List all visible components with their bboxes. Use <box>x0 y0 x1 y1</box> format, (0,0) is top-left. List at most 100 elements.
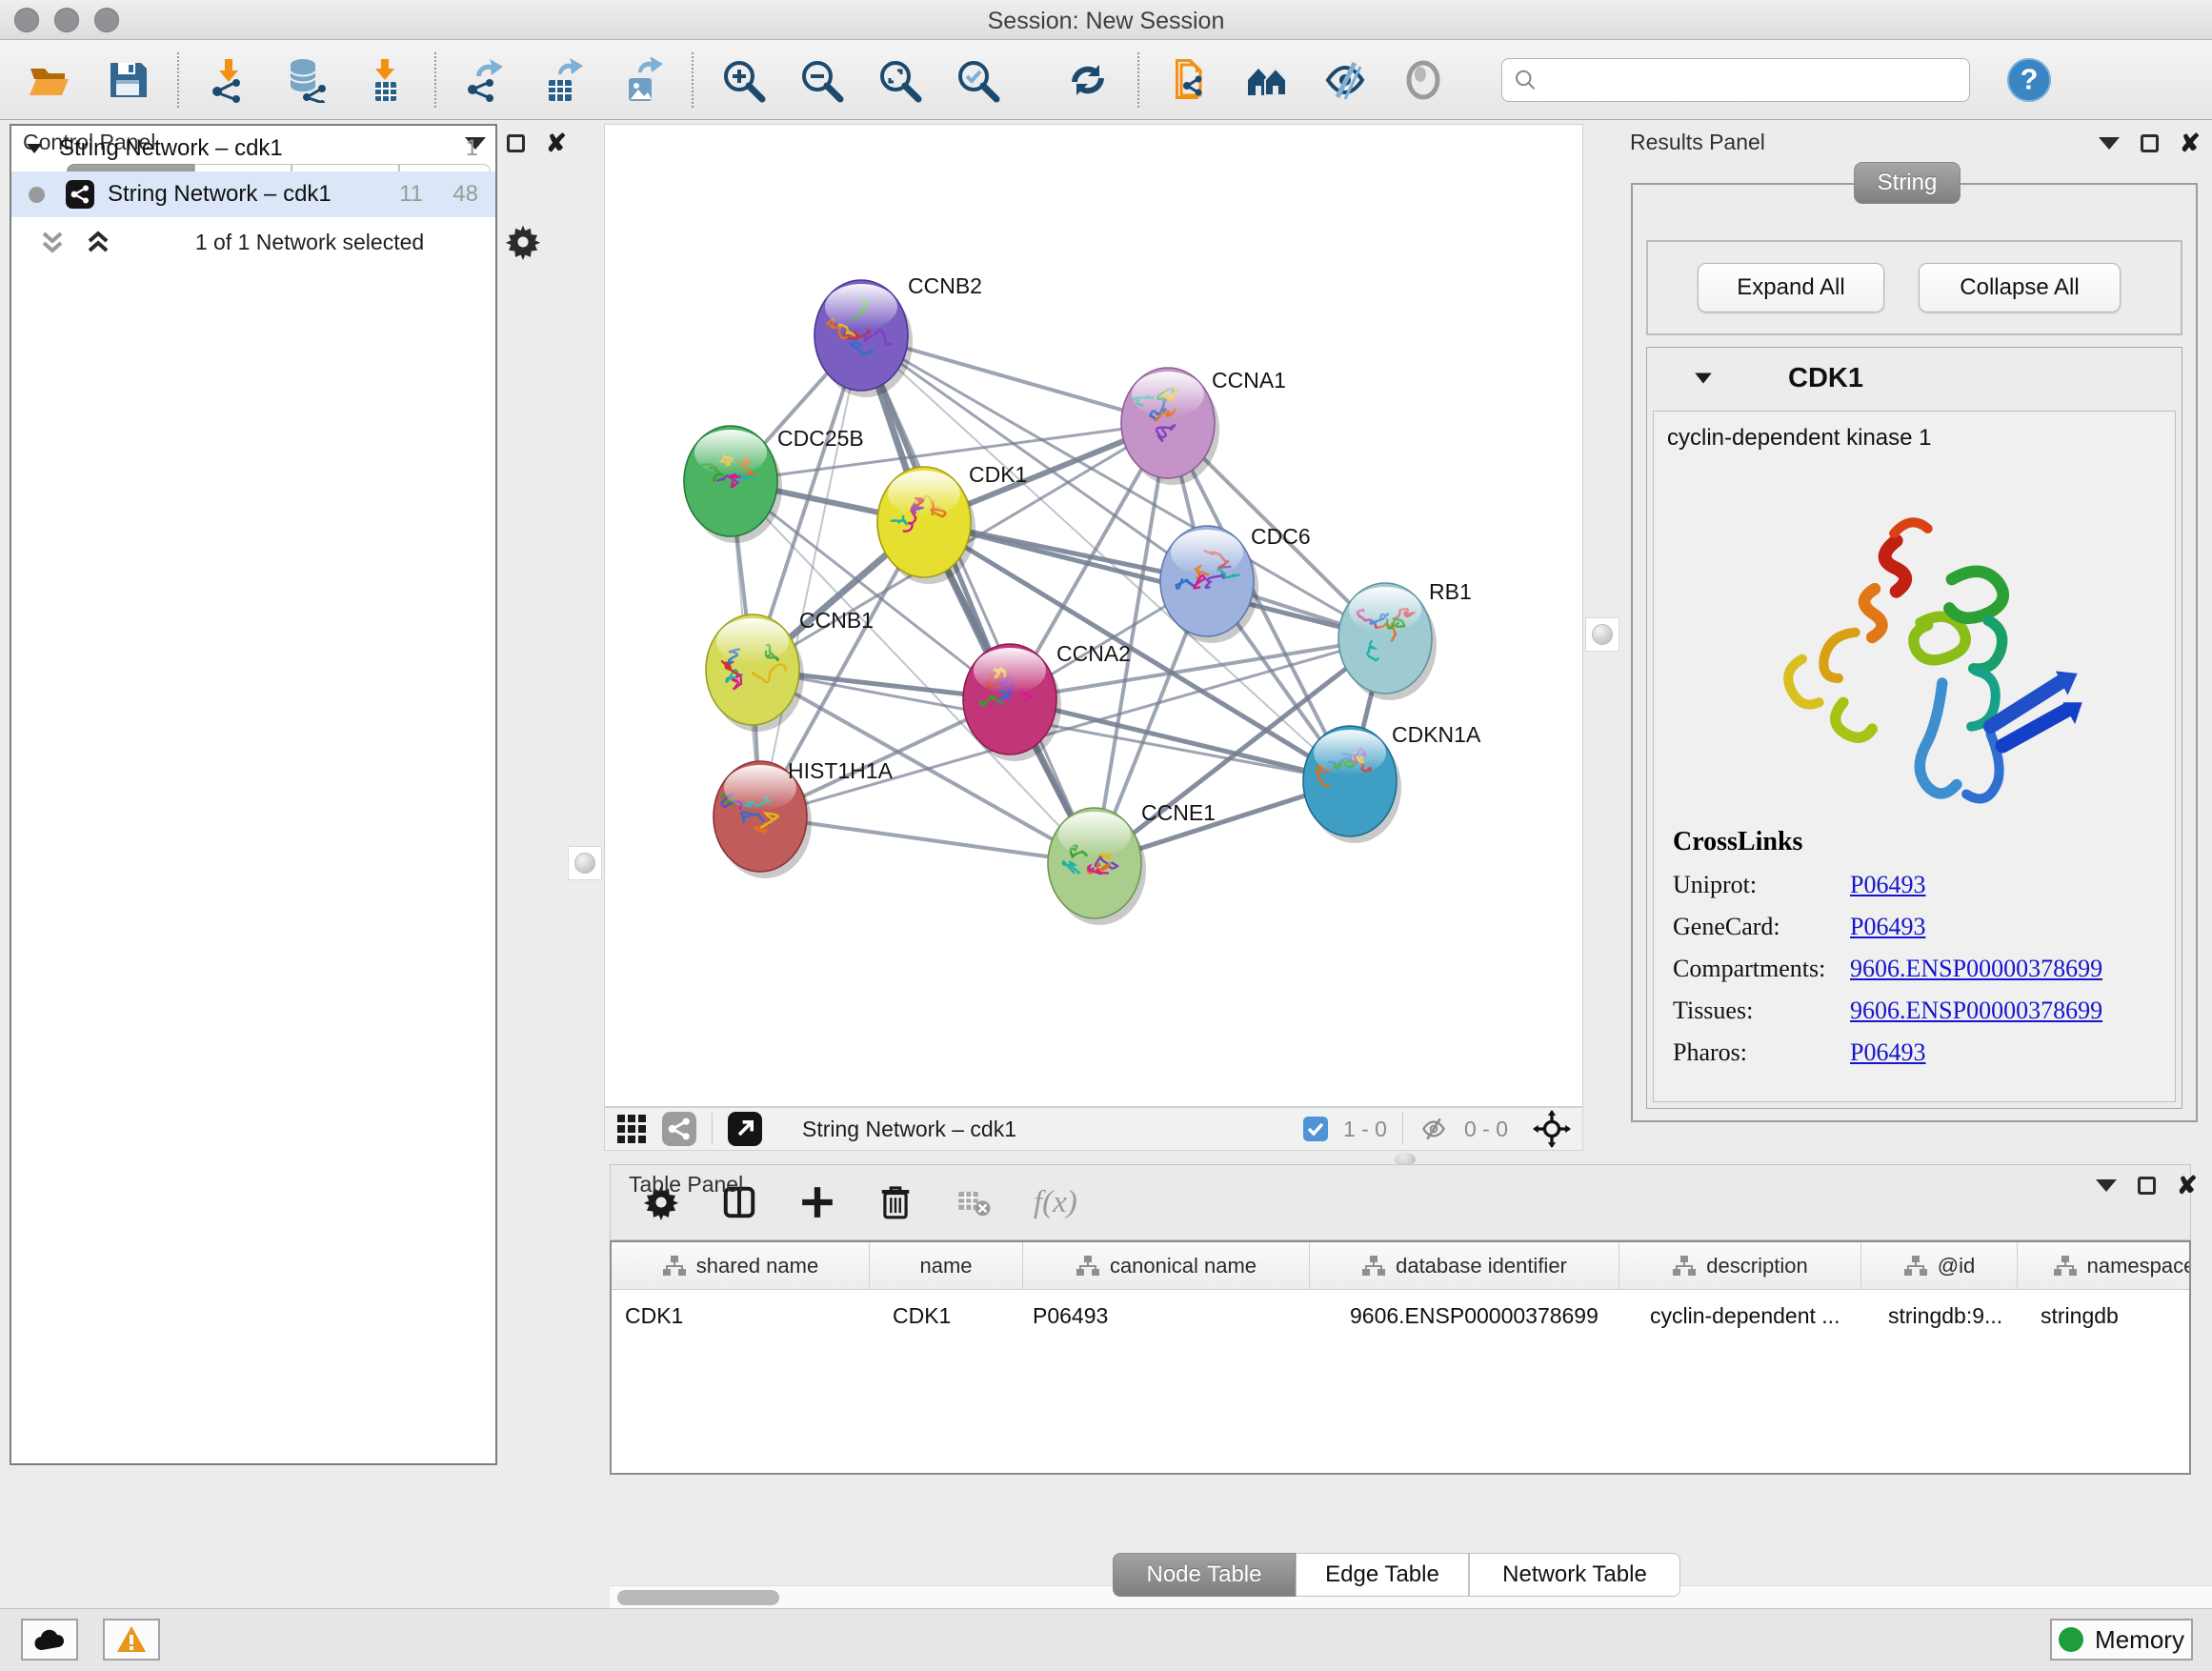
network-edge[interactable] <box>760 335 861 816</box>
network-options-gear-icon[interactable] <box>505 224 541 260</box>
network-node-ccna1[interactable]: CCNA1 <box>1121 368 1286 485</box>
table-panel-maximize-icon[interactable] <box>2138 1177 2156 1195</box>
network-node-ccne1[interactable]: CCNE1 <box>1048 800 1216 925</box>
table-cell[interactable]: stringdb <box>2041 1303 2119 1329</box>
expand-all-networks-icon[interactable] <box>82 226 114 258</box>
crosslink-value[interactable]: P06493 <box>1850 913 1925 941</box>
node-label: CDC6 <box>1251 524 1311 549</box>
network-node-ccnb1[interactable]: CCNB1 <box>706 608 874 732</box>
table-cell[interactable]: cyclin-dependent ... <box>1650 1303 1840 1329</box>
refresh-icon[interactable] <box>1065 57 1111 103</box>
node-table[interactable]: shared name name canonical namedatabase id… <box>610 1240 2191 1475</box>
table-panel-float-icon[interactable] <box>2096 1179 2117 1192</box>
cloud-button[interactable] <box>21 1619 78 1661</box>
network-edge[interactable] <box>924 522 1385 638</box>
network-collection-row[interactable]: String Network – cdk1 1 <box>11 126 495 171</box>
create-column-icon[interactable] <box>799 1184 835 1220</box>
memory-button[interactable]: Memory <box>2050 1619 2193 1661</box>
table-cell[interactable]: CDK1 <box>893 1303 951 1329</box>
zoom-selected-icon[interactable] <box>955 57 1000 103</box>
column-header-canonical-name[interactable]: canonical name <box>1023 1242 1310 1290</box>
column-header--id[interactable]: @id <box>1861 1242 2018 1290</box>
crosslink-value[interactable]: P06493 <box>1850 871 1925 899</box>
network-node-cdkn1a[interactable]: CDKN1A <box>1303 722 1481 843</box>
column-label: name <box>919 1254 972 1278</box>
right-splitter-handle[interactable] <box>1585 617 1619 652</box>
zoom-out-icon[interactable] <box>798 57 844 103</box>
collapse-all-button[interactable]: Collapse All <box>1919 263 2121 312</box>
network-node-rb1[interactable]: RB1 <box>1338 579 1472 700</box>
node-label: CCNA2 <box>1056 641 1131 666</box>
column-header-database-identifier[interactable]: database identifier <box>1310 1242 1619 1290</box>
import-table-icon[interactable] <box>362 57 408 103</box>
save-session-icon[interactable] <box>105 57 151 103</box>
tab-network-table[interactable]: Network Table <box>1469 1553 1680 1597</box>
column-header-name[interactable]: name <box>870 1242 1023 1290</box>
warnings-button[interactable] <box>103 1619 160 1661</box>
hidden-elements-icon <box>1418 1114 1449 1144</box>
network-view-canvas[interactable]: CCNB2CCNA1CDC25BCDK1CDC6RB1CCNB1CCNA2CDK… <box>604 124 1583 1107</box>
table-cell[interactable]: P06493 <box>1033 1303 1108 1329</box>
export-table-icon[interactable] <box>541 57 587 103</box>
gene-section-header[interactable]: CDK1 <box>1647 348 2182 409</box>
results-panel-maximize-icon[interactable] <box>2141 134 2159 152</box>
collapse-all-networks-icon[interactable] <box>36 226 69 258</box>
column-header-namespace[interactable]: namespace <box>2018 1242 2191 1290</box>
gene-description: cyclin-dependent kinase 1 <box>1654 412 2175 452</box>
zoom-fit-icon[interactable] <box>876 57 922 103</box>
table-panel-close-icon[interactable]: ✘ <box>2177 1176 2198 1195</box>
export-image-icon[interactable] <box>619 57 665 103</box>
search-input[interactable] <box>1538 68 1958 92</box>
results-panel-close-icon[interactable]: ✘ <box>2180 133 2201 152</box>
network-row[interactable]: String Network – cdk1 11 48 <box>11 171 495 217</box>
table-cell[interactable]: 9606.ENSP00000378699 <box>1350 1303 1599 1329</box>
table-panel-title: Table Panel <box>629 1172 743 1198</box>
control-panel-close-icon[interactable]: ✘ <box>546 133 567 152</box>
delete-table-icon[interactable] <box>955 1184 992 1220</box>
export-document-share-icon[interactable] <box>1166 57 1212 103</box>
table-cell[interactable]: CDK1 <box>625 1303 683 1329</box>
tab-string[interactable]: String <box>1854 162 1961 204</box>
control-panel: Control Panel ✘ Network Style Select Set… <box>10 124 564 1608</box>
delete-column-icon[interactable] <box>877 1184 914 1220</box>
crosslink-label: Pharos: <box>1673 1038 1850 1067</box>
zoom-in-icon[interactable] <box>720 57 766 103</box>
tab-node-table[interactable]: Node Table <box>1113 1553 1296 1597</box>
search-field[interactable] <box>1501 58 1970 102</box>
pan-crosshair-icon[interactable] <box>1533 1110 1571 1148</box>
show-all-icon[interactable] <box>1400 57 1446 103</box>
table-cell[interactable]: stringdb:9... <box>1888 1303 2002 1329</box>
control-panel-maximize-icon[interactable] <box>507 134 525 152</box>
network-view-share-icon[interactable] <box>662 1112 696 1146</box>
hide-selected-icon[interactable] <box>1322 57 1368 103</box>
selected-nodes-checkbox-icon[interactable] <box>1303 1117 1328 1141</box>
network-node-ccna2[interactable]: CCNA2 <box>963 641 1131 761</box>
help-icon[interactable]: ? <box>2006 57 2052 103</box>
crosslink-value[interactable]: 9606.ENSP00000378699 <box>1850 997 2102 1025</box>
import-database-icon[interactable] <box>284 57 330 103</box>
results-panel-float-icon[interactable] <box>2099 137 2120 150</box>
gene-expander-icon[interactable] <box>1693 368 1714 389</box>
network-node-hist1h1a[interactable]: HIST1H1A <box>714 758 894 878</box>
table-header-row: shared name name canonical namedatabase id… <box>612 1242 2189 1290</box>
network-edge[interactable] <box>861 335 1095 863</box>
open-session-icon[interactable] <box>27 57 72 103</box>
export-network-icon[interactable] <box>463 57 509 103</box>
apply-function-icon[interactable]: f(x) <box>1034 1185 1077 1220</box>
network-node-ccnb2[interactable]: CCNB2 <box>814 273 982 397</box>
first-neighbors-icon[interactable] <box>1244 57 1290 103</box>
column-header-shared-name[interactable]: shared name <box>612 1242 870 1290</box>
network-node-cdk1[interactable]: CDK1 <box>877 462 1027 584</box>
import-network-icon[interactable] <box>206 57 251 103</box>
collection-expander-icon[interactable] <box>25 139 44 158</box>
network-view-title: String Network – cdk1 <box>802 1117 1263 1142</box>
string-network-graph[interactable]: CCNB2CCNA1CDC25BCDK1CDC6RB1CCNB1CCNA2CDK… <box>605 125 1582 1106</box>
tab-edge-table[interactable]: Edge Table <box>1296 1553 1469 1597</box>
crosslink-value[interactable]: 9606.ENSP00000378699 <box>1850 955 2102 983</box>
grid-view-icon[interactable] <box>616 1114 647 1144</box>
left-splitter-handle[interactable] <box>568 846 602 880</box>
detach-view-icon[interactable] <box>728 1112 762 1146</box>
expand-all-button[interactable]: Expand All <box>1698 263 1884 312</box>
crosslink-value[interactable]: P06493 <box>1850 1038 1925 1067</box>
column-header-description[interactable]: description <box>1619 1242 1861 1290</box>
